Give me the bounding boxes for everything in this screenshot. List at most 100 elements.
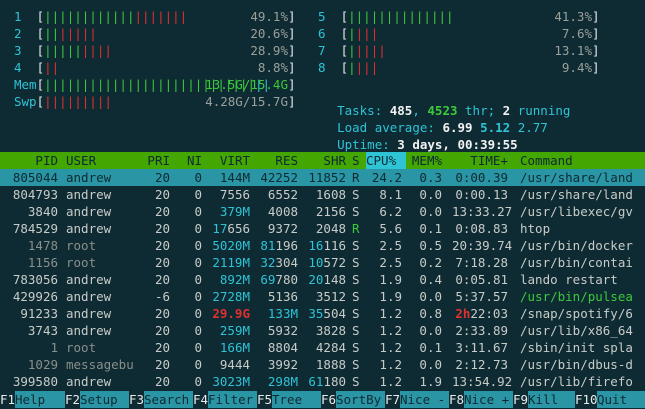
process-row[interactable]: 1156 root 20 0 2119M 32304 10572 S 2.5 0.2 7:18.28…: [0, 254, 645, 271]
function-key-f5[interactable]: F5: [257, 391, 272, 408]
proc-user: andrew: [66, 221, 112, 236]
meter-close-bracket: ]: [288, 43, 296, 58]
proc-ni: 0: [194, 357, 202, 372]
proc-command: /usr/share/land: [520, 187, 633, 202]
cpu-percent: 9.4%: [561, 60, 592, 75]
process-row[interactable]: 3743 andrew 20 0 259M 5932 3828 S 1.2 0.0 2:33.89 /…: [0, 322, 645, 339]
proc-res: 6552: [267, 187, 298, 202]
function-label-f1[interactable]: Help: [15, 391, 65, 408]
function-key-f4[interactable]: F4: [193, 391, 208, 408]
col-cpu[interactable]: CPU%: [366, 152, 406, 169]
proc-command: /usr/bin/dbus-d: [520, 357, 633, 372]
function-key-f6[interactable]: F6: [321, 391, 336, 408]
proc-user: andrew: [66, 306, 112, 321]
proc-ni: 0: [194, 187, 202, 202]
proc-res: 5136: [267, 289, 298, 304]
meter-close-bracket: ]: [288, 60, 296, 75]
function-key-f7[interactable]: F7: [385, 391, 400, 408]
proc-ni: 0: [194, 340, 202, 355]
proc-user: root: [66, 255, 97, 270]
col-pri[interactable]: PRI: [140, 152, 170, 169]
function-key-f9[interactable]: F9: [513, 391, 528, 408]
proc-user: andrew: [66, 187, 112, 202]
proc-s: S: [352, 255, 360, 270]
function-label-f2[interactable]: Setup: [80, 391, 129, 408]
function-key-f3[interactable]: F3: [129, 391, 144, 408]
proc-s: S: [352, 323, 360, 338]
col-mem[interactable]: MEM%: [406, 152, 442, 169]
function-key-f8[interactable]: F8: [449, 391, 464, 408]
cpu-bars: ||||: [348, 26, 379, 41]
proc-ni: 0: [194, 170, 202, 185]
proc-mem: 0.8: [419, 306, 442, 321]
proc-pri: 20: [154, 272, 170, 287]
proc-s: S: [352, 306, 360, 321]
col-shr[interactable]: SHR: [302, 152, 346, 169]
process-row[interactable]: 399580 andrew 20 0 3023M 298M 61180 S 1.2 1.9 13:5…: [0, 373, 645, 390]
function-key-f2[interactable]: F2: [65, 391, 80, 408]
process-row[interactable]: 805044 andrew 20 0 144M 42252 11852 R 24.2 0.3 0:0…: [0, 169, 645, 186]
proc-pri: 20: [154, 238, 170, 253]
cpu-percent: 20.6%: [250, 26, 288, 41]
col-state[interactable]: S: [352, 152, 360, 169]
proc-mem: 0.5: [419, 238, 442, 253]
proc-s: S: [352, 289, 360, 304]
process-row[interactable]: 1478 root 20 0 5020M 81196 16116 S 2.5 0.5 20:39.7…: [0, 237, 645, 254]
proc-cpu: 6.2: [379, 204, 402, 219]
proc-command: /usr/libexec/gv: [520, 204, 633, 219]
meter-close-bracket: ]: [592, 60, 600, 75]
proc-time: 13:54.92: [452, 374, 513, 389]
col-user[interactable]: USER: [66, 152, 96, 169]
col-ni[interactable]: NI: [178, 152, 202, 169]
proc-command: /usr/share/land: [520, 170, 633, 185]
function-label-f9[interactable]: Kill: [528, 391, 575, 408]
proc-time: 5:37.57: [455, 289, 508, 304]
proc-pid: 1478: [27, 238, 58, 253]
col-virt[interactable]: VIRT: [208, 152, 250, 169]
process-row[interactable]: 429926 andrew -6 0 2728M 5136 3512 S 1.9 0.0 5:37.…: [0, 288, 645, 305]
proc-shr: 4284: [315, 340, 346, 355]
proc-mem: 0.0: [419, 289, 442, 304]
proc-virt: 379M: [219, 204, 250, 219]
proc-ni: 0: [194, 221, 202, 236]
process-row[interactable]: 783056 andrew 20 0 892M 69780 20148 S 1.9 0.4 0:05…: [0, 271, 645, 288]
function-label-f6[interactable]: SortBy: [336, 391, 385, 408]
proc-mem: 0.1: [419, 340, 442, 355]
process-row[interactable]: 784529 andrew 20 0 17656 9372 2048 R 5.6 0.1 0:08.…: [0, 220, 645, 237]
process-row[interactable]: 91233 andrew 20 0 29.9G 133M 35504 S 1.2 0.8 2h22:…: [0, 305, 645, 322]
function-label-f7[interactable]: Nice -: [400, 391, 449, 408]
proc-cpu: 1.9: [379, 289, 402, 304]
proc-time: 13:33.27: [452, 204, 513, 219]
proc-ni: 0: [194, 238, 202, 253]
proc-mem: 0.0: [419, 187, 442, 202]
function-label-f8[interactable]: Nice +: [464, 391, 513, 408]
proc-time: 7:18.28: [455, 255, 508, 270]
col-pid[interactable]: PID: [4, 152, 58, 169]
meter-open-bracket: [: [325, 26, 349, 41]
meter-open-bracket: [: [325, 60, 349, 75]
process-row[interactable]: 1 root 20 0 166M 8804 4284 S 1.2 0.1 3:11.67/sbin/…: [0, 339, 645, 356]
process-table-header[interactable]: PID USER PRI NI VIRT RES SHR S CPU% MEM%…: [0, 152, 645, 169]
function-key-f1[interactable]: F1: [0, 391, 15, 408]
function-label-f3[interactable]: Search: [144, 391, 193, 408]
function-label-f4[interactable]: Filter: [208, 391, 257, 408]
function-label-f5[interactable]: Tree: [272, 391, 321, 408]
function-key-f10[interactable]: F10: [575, 391, 598, 408]
col-command[interactable]: Command: [520, 152, 573, 169]
proc-user: root: [66, 238, 97, 253]
proc-pid: 429926: [12, 289, 58, 304]
function-label-f10[interactable]: Quit: [597, 391, 645, 408]
swp-value: 4.28G/15.7G: [205, 94, 288, 109]
cpu-bars: ||||||||||||||: [348, 9, 454, 24]
proc-shr: 3512: [315, 289, 346, 304]
col-time[interactable]: TIME+: [452, 152, 508, 169]
proc-command: /usr/bin/pulsea: [520, 289, 633, 304]
cpu-percent: 8.8%: [257, 60, 288, 75]
swp-meter: Swp[|||||||||: [14, 93, 112, 110]
proc-shr: 61180: [308, 374, 346, 389]
process-row[interactable]: 3840 andrew 20 0 379M 4008 2156 S 6.2 0.0 13:33.27…: [0, 203, 645, 220]
process-row[interactable]: 804793 andrew 20 0 7556 6552 1608 S 8.1 0.0 0:00.1…: [0, 186, 645, 203]
proc-cpu: 5.6: [379, 221, 402, 236]
process-row[interactable]: 1029 messagebu 20 0 9444 3992 1888 S 1.2 0.0 2:12.…: [0, 356, 645, 373]
col-res[interactable]: RES: [256, 152, 298, 169]
